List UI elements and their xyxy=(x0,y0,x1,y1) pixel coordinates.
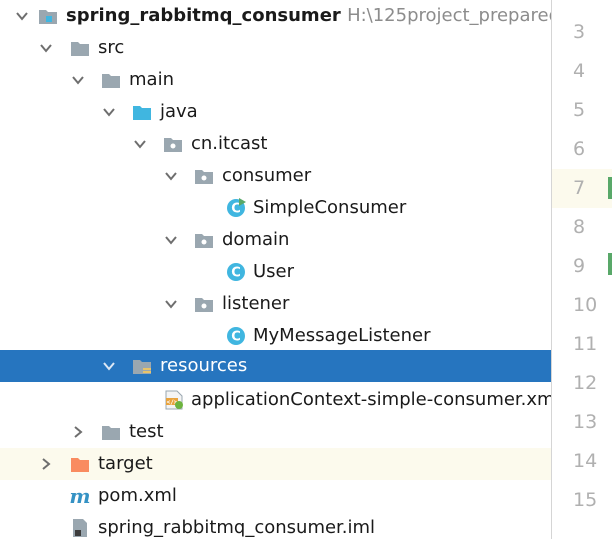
change-marker[interactable] xyxy=(608,177,612,199)
tree-row-domain-package[interactable]: domain xyxy=(0,224,551,256)
resources-label: resources xyxy=(160,355,248,376)
editor-gutter: 3 4 5 6 7 8 9 10 11 12 13 14 15 xyxy=(551,0,612,539)
svg-text:C: C xyxy=(231,330,241,345)
folder-icon xyxy=(101,422,121,442)
tree-row-resources[interactable]: resources xyxy=(0,350,551,382)
module-file-icon xyxy=(70,518,90,538)
line-number: 9 xyxy=(573,255,586,277)
chevron-down-icon[interactable] xyxy=(101,358,117,374)
package-icon xyxy=(163,134,183,154)
package-icon xyxy=(194,294,214,314)
tree-row-pom[interactable]: m pom.xml xyxy=(0,480,551,512)
tree-row-root[interactable]: spring_rabbitmq_consumer H:\125project_p… xyxy=(0,0,551,32)
project-name: spring_rabbitmq_consumer xyxy=(66,5,341,26)
tree-row-application-context-xml[interactable]: </> applicationContext-simple-consumer.x… xyxy=(0,384,551,416)
chevron-down-icon[interactable] xyxy=(101,104,117,120)
chevron-right-icon[interactable] xyxy=(70,424,86,440)
line-number: 4 xyxy=(573,60,586,82)
chevron-down-icon[interactable] xyxy=(163,168,179,184)
project-root-label: spring_rabbitmq_consumer H:\125project_p… xyxy=(66,0,551,32)
excluded-folder-icon xyxy=(70,454,90,474)
line-number: 11 xyxy=(573,333,598,355)
line-number: 8 xyxy=(573,216,586,238)
line-number: 3 xyxy=(573,21,586,43)
package-icon xyxy=(194,166,214,186)
chevron-right-icon[interactable] xyxy=(38,456,54,472)
line-number-current: 7 xyxy=(552,169,612,208)
tree-row-user[interactable]: C User xyxy=(0,256,551,288)
iml-label: spring_rabbitmq_consumer.iml xyxy=(98,517,376,538)
source-folder-icon xyxy=(132,102,152,122)
svg-text:C: C xyxy=(231,266,241,281)
tree-row-consumer-package[interactable]: consumer xyxy=(0,160,551,192)
src-label: src xyxy=(98,37,125,58)
tree-row-src[interactable]: src xyxy=(0,32,551,64)
chevron-down-icon[interactable] xyxy=(38,40,54,56)
application-context-xml-label: applicationContext-simple-consumer.xml xyxy=(191,389,551,410)
main-label: main xyxy=(129,69,174,90)
tree-row-target[interactable]: target xyxy=(0,448,551,480)
target-label: target xyxy=(98,453,153,474)
tree-row-iml[interactable]: spring_rabbitmq_consumer.iml xyxy=(0,512,551,539)
line-number: 15 xyxy=(573,489,598,511)
tree-row-java[interactable]: java xyxy=(0,96,551,128)
simple-consumer-label: SimpleConsumer xyxy=(253,197,407,218)
chevron-down-icon[interactable] xyxy=(132,136,148,152)
runnable-class-icon: C xyxy=(226,198,246,218)
module-folder-icon xyxy=(38,6,58,26)
resources-folder-icon xyxy=(132,356,152,376)
package-label: cn.itcast xyxy=(191,133,268,154)
project-tree-panel: spring_rabbitmq_consumer H:\125project_p… xyxy=(0,0,551,539)
line-number: 5 xyxy=(573,99,586,121)
java-label: java xyxy=(160,101,198,122)
test-label: test xyxy=(129,421,164,442)
listener-package-label: listener xyxy=(222,293,290,314)
line-number: 14 xyxy=(573,450,598,472)
folder-icon xyxy=(70,38,90,58)
tree-row-package[interactable]: cn.itcast xyxy=(0,128,551,160)
chevron-down-icon[interactable] xyxy=(14,8,30,24)
chevron-down-icon[interactable] xyxy=(163,296,179,312)
consumer-package-label: consumer xyxy=(222,165,312,186)
line-number: 6 xyxy=(573,138,586,160)
tree-row-simple-consumer[interactable]: C SimpleConsumer xyxy=(0,192,551,224)
svg-text:m: m xyxy=(70,486,90,506)
my-message-listener-label: MyMessageListener xyxy=(253,325,431,346)
domain-package-label: domain xyxy=(222,229,290,250)
package-icon xyxy=(194,230,214,250)
tree-row-main[interactable]: main xyxy=(0,64,551,96)
project-path: H:\125project_prepared\sp xyxy=(347,5,551,26)
tree-row-test[interactable]: test xyxy=(0,416,551,448)
class-icon: C xyxy=(226,326,246,346)
chevron-down-icon[interactable] xyxy=(70,72,86,88)
class-icon: C xyxy=(226,262,246,282)
line-number: 13 xyxy=(573,411,598,433)
line-number: 12 xyxy=(573,372,598,394)
pom-label: pom.xml xyxy=(98,485,177,506)
line-number: 10 xyxy=(573,294,598,316)
change-marker[interactable] xyxy=(608,253,612,275)
maven-icon: m xyxy=(70,486,90,506)
folder-icon xyxy=(101,70,121,90)
tree-row-listener-package[interactable]: listener xyxy=(0,288,551,320)
chevron-down-icon[interactable] xyxy=(163,232,179,248)
spring-xml-icon: </> xyxy=(164,390,184,410)
tree-row-my-message-listener[interactable]: C MyMessageListener xyxy=(0,320,551,352)
user-class-label: User xyxy=(253,261,295,282)
